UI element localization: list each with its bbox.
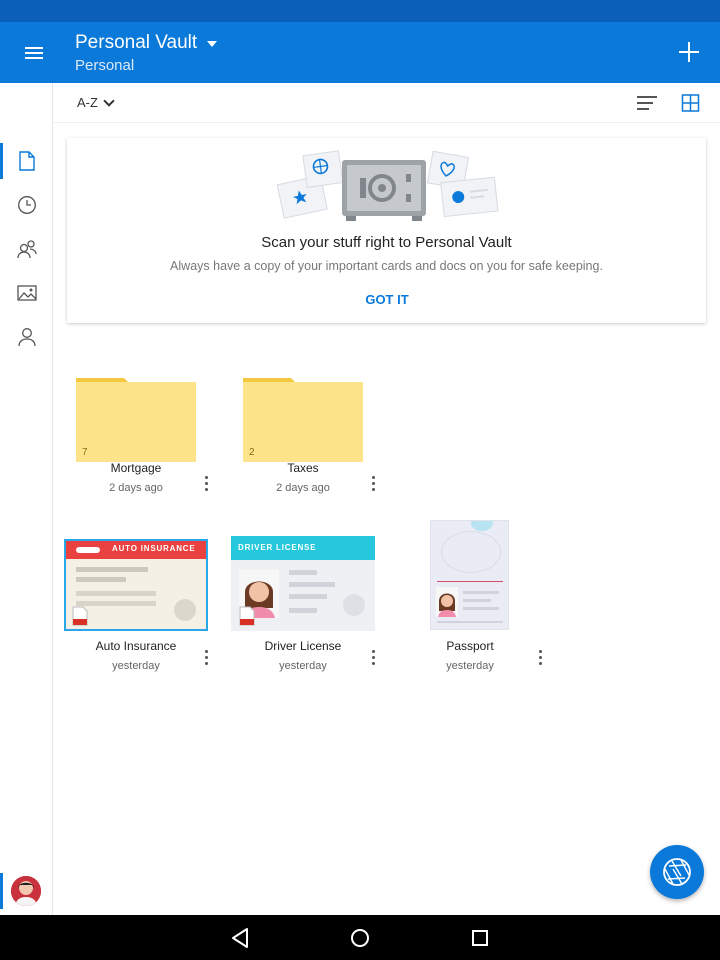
more-options-icon[interactable] bbox=[201, 647, 213, 669]
tile-date: 2 days ago bbox=[109, 482, 163, 494]
passport-thumbnail bbox=[430, 520, 509, 630]
sidebar-item-files[interactable] bbox=[0, 143, 53, 179]
app-title: Personal Vault bbox=[75, 32, 198, 53]
file-tile-driver-license[interactable]: DRIVER LICENSE Driver License yesterday bbox=[227, 536, 387, 714]
avatar-active-indicator bbox=[0, 873, 3, 909]
tile-date: yesterday bbox=[446, 660, 494, 672]
sort-label: A-Z bbox=[77, 95, 98, 110]
more-options-icon[interactable] bbox=[201, 473, 213, 495]
scan-button[interactable] bbox=[650, 845, 704, 899]
promo-card: Scan your stuff right to Personal Vault … bbox=[67, 138, 706, 323]
app-subtitle: Personal bbox=[75, 57, 135, 74]
sidebar-item-shared[interactable] bbox=[0, 231, 53, 267]
home-icon[interactable] bbox=[347, 925, 373, 951]
status-bar bbox=[0, 0, 720, 22]
tile-name: Passport bbox=[446, 639, 494, 653]
folder-tile-taxes[interactable]: 2 Taxes 2 days ago bbox=[227, 370, 387, 540]
vault-switcher[interactable]: Personal Vault Personal bbox=[75, 31, 218, 74]
promo-title: Scan your stuff right to Personal Vault bbox=[261, 234, 512, 251]
folder-tile-mortgage[interactable]: 7 Mortgage 2 days ago bbox=[60, 370, 220, 540]
pdf-file-icon bbox=[72, 606, 88, 626]
file-tile-auto-insurance[interactable]: AUTO INSURANCE Auto Insurance yesterday bbox=[60, 539, 220, 714]
tile-date: yesterday bbox=[112, 660, 160, 672]
more-options-icon[interactable] bbox=[368, 647, 380, 669]
grid-view-icon[interactable] bbox=[681, 94, 701, 112]
folder-count: 2 bbox=[249, 447, 255, 458]
app-bar: Personal Vault Personal bbox=[0, 22, 720, 83]
sidebar-item-recent[interactable] bbox=[0, 187, 53, 223]
tile-date: yesterday bbox=[279, 660, 327, 672]
sort-button[interactable]: A-Z bbox=[77, 94, 115, 110]
folder-icon bbox=[76, 378, 196, 462]
tile-date: 2 days ago bbox=[276, 482, 330, 494]
recent-clock-icon bbox=[17, 196, 36, 214]
file-icon bbox=[18, 151, 35, 171]
tile-name: Taxes bbox=[287, 461, 319, 475]
file-tile-passport[interactable]: Passport yesterday bbox=[394, 520, 554, 714]
add-button[interactable] bbox=[678, 41, 700, 63]
person-icon bbox=[17, 328, 36, 347]
folder-icon bbox=[243, 378, 363, 462]
back-icon[interactable] bbox=[228, 925, 254, 951]
sidebar-item-photos[interactable] bbox=[0, 275, 53, 311]
got-it-button[interactable]: GOT IT bbox=[337, 288, 437, 312]
sidebar bbox=[0, 83, 53, 915]
promo-text: Always have a copy of your important car… bbox=[170, 259, 603, 273]
tile-name: Mortgage bbox=[110, 461, 162, 475]
hamburger-icon[interactable] bbox=[18, 40, 50, 66]
folder-count: 7 bbox=[82, 447, 88, 458]
sidebar-item-me[interactable] bbox=[0, 319, 53, 355]
shared-people-icon bbox=[16, 240, 37, 259]
card-label: AUTO INSURANCE bbox=[112, 544, 196, 553]
chevron-down-icon bbox=[103, 94, 115, 107]
dropdown-caret-icon bbox=[207, 41, 218, 47]
android-nav-bar bbox=[0, 915, 720, 960]
tile-name: Driver License bbox=[264, 639, 342, 653]
card-label: DRIVER LICENSE bbox=[238, 543, 317, 552]
recents-icon[interactable] bbox=[467, 925, 493, 951]
more-options-icon[interactable] bbox=[535, 647, 547, 669]
tile-name: Auto Insurance bbox=[95, 639, 177, 653]
pdf-file-icon bbox=[239, 606, 255, 626]
toolbar: A-Z bbox=[54, 83, 720, 123]
list-view-icon[interactable] bbox=[636, 94, 658, 112]
camera-shutter-icon bbox=[663, 858, 691, 886]
more-options-icon[interactable] bbox=[368, 473, 380, 495]
vault-illustration bbox=[276, 150, 499, 221]
avatar[interactable] bbox=[11, 876, 41, 906]
photos-icon bbox=[16, 285, 37, 301]
